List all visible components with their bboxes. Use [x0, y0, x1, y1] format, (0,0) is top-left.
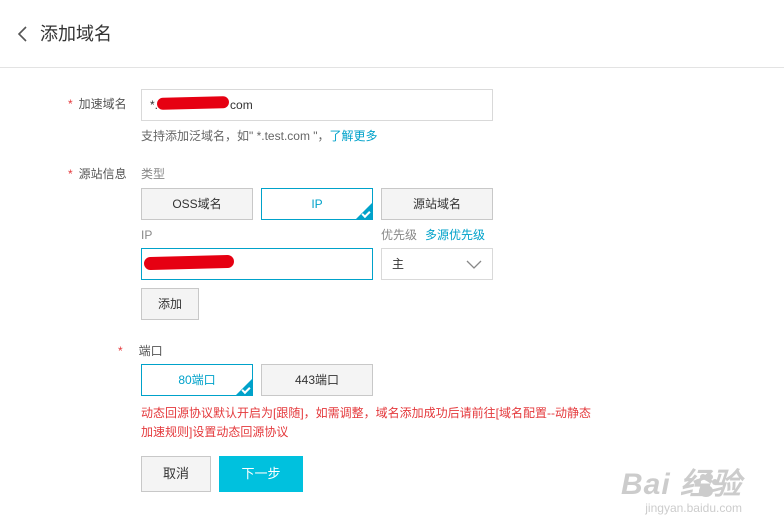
domain-label-row: * 加速域名 [68, 96, 127, 112]
port-443-label: 443端口 [294, 373, 340, 387]
port-80-button[interactable]: 80端口 [141, 364, 253, 396]
required-mark: * [68, 167, 73, 181]
page-header: 添加域名 [0, 0, 784, 68]
add-origin-button[interactable]: 添加 [141, 288, 199, 320]
port-label: 端口 [138, 344, 163, 358]
port-80-label: 80端口 [178, 373, 216, 387]
port-443-button[interactable]: 443端口 [261, 364, 373, 396]
learn-more-link[interactable]: 了解更多 [330, 129, 378, 143]
priority-select[interactable]: 主 [381, 248, 493, 280]
origin-label: 源站信息 [78, 167, 127, 181]
redaction-mark [143, 254, 235, 271]
cancel-button[interactable]: 取消 [141, 456, 211, 492]
add-origin-label: 添加 [157, 297, 182, 311]
redaction-mark [156, 96, 230, 110]
next-step-button[interactable]: 下一步 [219, 456, 303, 492]
type-origin-domain-button[interactable]: 源站域名 [381, 188, 493, 220]
type-label: 类型 [141, 167, 166, 181]
origin-label-row: * 源站信息 [68, 166, 127, 182]
required-mark: * [118, 344, 123, 358]
ip-label: IP [141, 228, 153, 242]
type-oss-label: OSS域名 [172, 197, 222, 211]
watermark-logo-text: Bai 经验 [620, 468, 742, 501]
paw-icon [694, 474, 718, 497]
port-notice-line1: 动态回源协议默认开启为[跟随]，如需调整，域名添加成功后请前往[域名配置--动静… [141, 406, 591, 420]
domain-label: 加速域名 [78, 97, 127, 111]
port-label-row: * 端口 [118, 343, 163, 359]
baidu-jingyan-watermark: Bai 经验 jingyan.baidu.com [620, 468, 742, 516]
watermark-url: jingyan.baidu.com [645, 501, 742, 515]
type-ip-button[interactable]: IP [261, 188, 373, 220]
type-ip-label: IP [311, 197, 323, 211]
page-title: 添加域名 [40, 24, 112, 44]
domain-hint: 支持添加泛域名，如" *.test.com "，了解更多 [141, 128, 378, 144]
domain-hint-text: 支持添加泛域名，如" *.test.com "， [141, 129, 330, 143]
chevron-down-icon [466, 260, 482, 269]
domain-value-suffix: com [230, 98, 253, 112]
required-mark: * [68, 97, 73, 111]
multi-origin-priority-link[interactable]: 多源优先级 [425, 227, 485, 243]
type-origin-domain-label: 源站域名 [412, 197, 461, 211]
back-arrow-icon[interactable] [14, 22, 34, 46]
port-notice-line2: 加速规则]设置动态回源协议 [141, 425, 289, 439]
priority-value: 主 [392, 257, 405, 271]
priority-label: 优先级 [381, 228, 418, 242]
type-oss-domain-button[interactable]: OSS域名 [141, 188, 253, 220]
